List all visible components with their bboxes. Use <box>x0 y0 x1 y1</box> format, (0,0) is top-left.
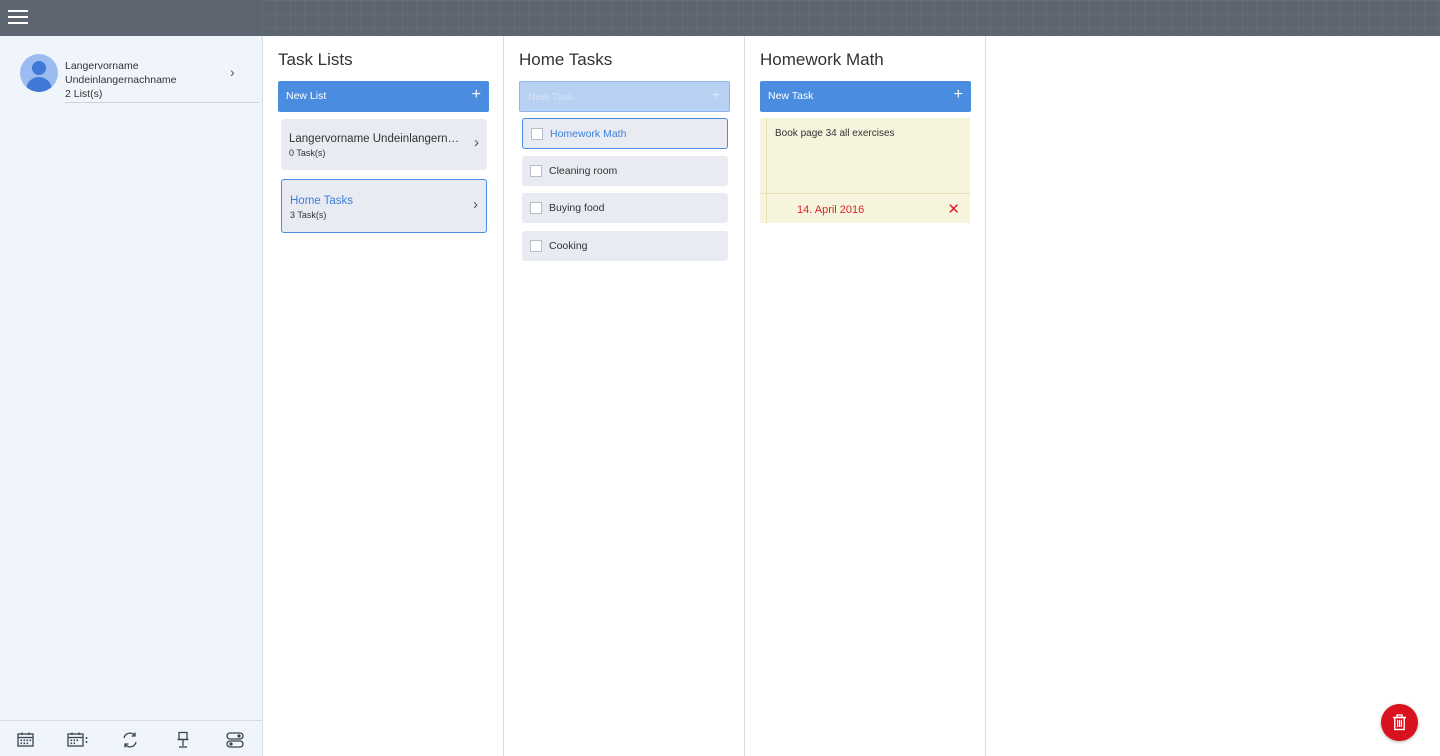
task-item[interactable]: Buying food <box>522 193 728 223</box>
hamburger-menu-icon[interactable] <box>8 10 28 26</box>
list-item-count: 3 Task(s) <box>290 210 327 220</box>
list-item-count: 0 Task(s) <box>289 148 326 158</box>
top-bar-texture <box>262 0 1440 36</box>
homework-math-title: Homework Math <box>760 50 884 69</box>
top-bar <box>0 0 1440 36</box>
note-margin-line <box>766 118 767 223</box>
new-list-button[interactable]: New List + <box>278 81 489 112</box>
profile-first-name: Langervorname <box>65 60 139 72</box>
homework-math-column: Homework Math New Task + Book page 34 al… <box>745 36 986 756</box>
sync-icon[interactable] <box>121 731 139 749</box>
task-label: Cooking <box>549 240 588 252</box>
pin-icon[interactable] <box>174 731 192 749</box>
new-list-label: New List <box>286 90 327 102</box>
list-item-selected[interactable]: Home Tasks 3 Task(s) › <box>281 179 487 233</box>
profile-card[interactable]: Langervorname Undeinlangernachname 2 Lis… <box>20 54 260 104</box>
calendar-options-icon[interactable] <box>67 731 89 749</box>
chevron-right-icon: › <box>230 64 235 80</box>
new-task-button[interactable]: New Task + <box>760 81 971 112</box>
new-task-label: New Task <box>768 90 814 102</box>
close-icon[interactable]: ✕ <box>947 200 960 218</box>
task-item-selected[interactable]: Homework Math <box>522 118 728 149</box>
new-task-button[interactable]: New Task + <box>519 81 730 112</box>
task-lists-column: Task Lists New List + Langervorname Unde… <box>263 36 504 756</box>
task-note[interactable]: Book page 34 all exercises 14. April 201… <box>760 118 970 223</box>
task-checkbox[interactable] <box>530 240 542 252</box>
task-label: Buying food <box>549 202 605 214</box>
delete-button[interactable] <box>1381 704 1418 741</box>
chevron-right-icon: › <box>474 134 479 151</box>
sidebar-toolbar <box>0 720 262 756</box>
avatar-icon <box>20 54 58 92</box>
profile-divider <box>65 102 259 103</box>
task-checkbox[interactable] <box>530 165 542 177</box>
task-label: Cleaning room <box>549 165 618 177</box>
plus-icon: + <box>711 87 721 104</box>
task-lists-title: Task Lists <box>278 50 353 69</box>
note-divider <box>760 193 970 194</box>
due-date[interactable]: 14. April 2016 <box>797 204 864 216</box>
list-item[interactable]: Langervorname Undeinlangernachname 0 Tas… <box>281 119 487 170</box>
note-text[interactable]: Book page 34 all exercises <box>775 128 895 139</box>
list-item-title: Home Tasks <box>290 195 354 207</box>
chevron-right-icon: › <box>473 196 478 213</box>
task-checkbox[interactable] <box>531 128 543 140</box>
sidebar: Langervorname Undeinlangernachname 2 Lis… <box>0 36 263 756</box>
task-item[interactable]: Cooking <box>522 231 728 261</box>
calendar-icon[interactable] <box>17 731 35 749</box>
task-item[interactable]: Cleaning room <box>522 156 728 186</box>
list-item-title: Langervorname Undeinlangernachname <box>289 133 465 145</box>
trash-icon <box>1393 714 1406 731</box>
home-tasks-title: Home Tasks <box>519 50 613 69</box>
profile-list-count: 2 List(s) <box>65 88 103 100</box>
home-tasks-column: Home Tasks New Task + Homework Math Clea… <box>504 36 745 756</box>
profile-last-name: Undeinlangernachname <box>65 74 177 86</box>
toggle-settings-icon[interactable] <box>226 731 244 749</box>
task-checkbox[interactable] <box>530 202 542 214</box>
new-task-label: New Task <box>528 91 574 103</box>
plus-icon: + <box>953 86 963 103</box>
plus-icon: + <box>471 86 481 103</box>
task-label: Homework Math <box>550 128 627 140</box>
